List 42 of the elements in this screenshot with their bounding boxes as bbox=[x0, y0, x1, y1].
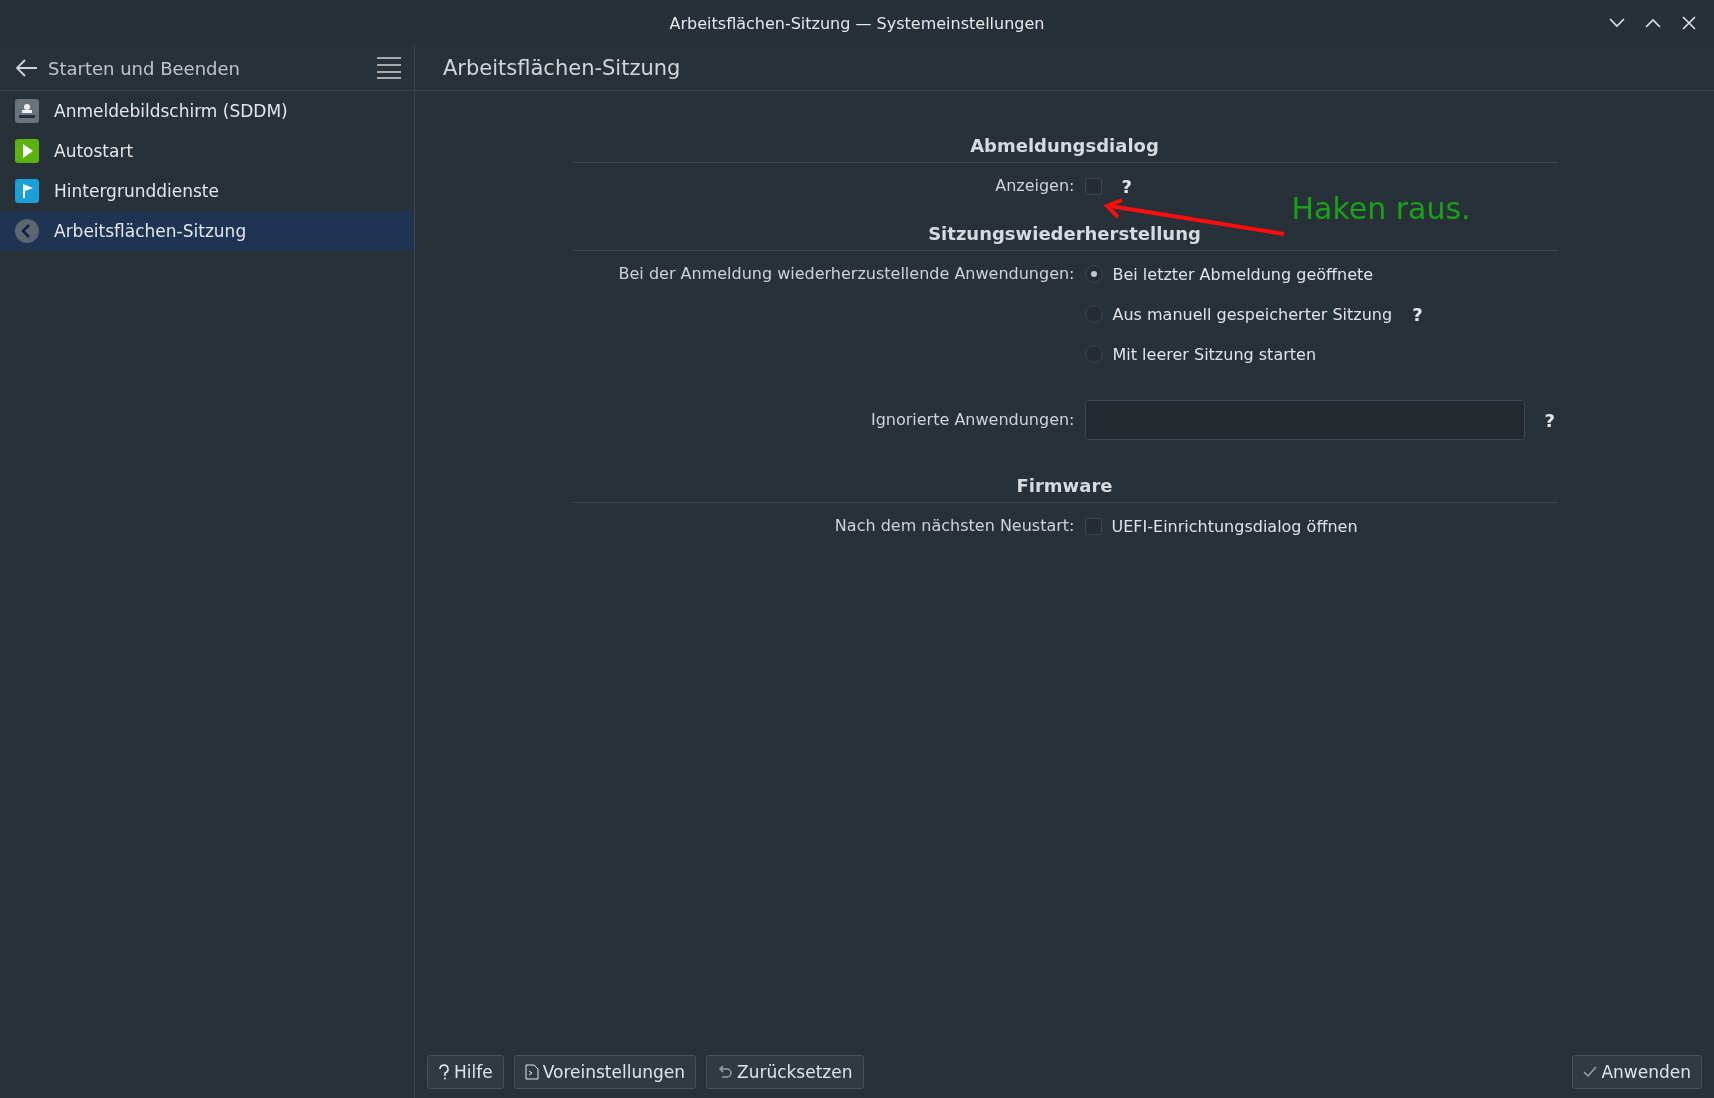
sidebar-item[interactable]: Arbeitsflächen-Sitzung bbox=[0, 211, 414, 251]
input-field[interactable] bbox=[1084, 400, 1525, 440]
flag-icon bbox=[14, 178, 40, 204]
window-title: Arbeitsflächen-Sitzung — Systemeinstellungen bbox=[669, 13, 1045, 33]
check-icon bbox=[1583, 1066, 1598, 1078]
checkbox[interactable] bbox=[1084, 177, 1102, 195]
help-mark[interactable]: ? bbox=[1544, 409, 1555, 431]
footer-button[interactable]: Zurücksetzen bbox=[706, 1055, 864, 1089]
footer-button[interactable]: Hilfe bbox=[427, 1055, 504, 1089]
radio-button[interactable] bbox=[1084, 305, 1103, 323]
question-icon bbox=[438, 1064, 450, 1080]
page-title: Arbeitsflächen-Sitzung bbox=[443, 56, 681, 80]
undo-icon bbox=[717, 1065, 733, 1079]
radio-label: Aus manuell gespeicherter Sitzung bbox=[1112, 304, 1393, 324]
radio-label: Mit leerer Sitzung starten bbox=[1112, 344, 1317, 364]
radio-label: Bei letzter Abmeldung geöffnete bbox=[1112, 264, 1374, 284]
chevron-up-icon[interactable] bbox=[1645, 18, 1661, 28]
sidebar-item[interactable]: Autostart bbox=[0, 131, 414, 171]
radio-button[interactable] bbox=[1084, 265, 1103, 283]
sidebar-item[interactable]: Hintergrunddienste bbox=[0, 171, 414, 211]
back-circle-icon bbox=[14, 218, 40, 244]
section-heading: Firmware bbox=[571, 465, 1558, 503]
sidebar-header: Starten und Beenden bbox=[48, 57, 241, 79]
menu-button[interactable] bbox=[376, 56, 402, 80]
help-mark[interactable]: ? bbox=[1121, 175, 1132, 197]
play-icon bbox=[14, 138, 40, 164]
checkbox-label: UEFI-Einrichtungsdialog öffnen bbox=[1111, 516, 1358, 536]
field-label: Bei der Anmeldung wiederherzustellende Anwendungen: bbox=[617, 263, 1075, 285]
field-label: Anzeigen: bbox=[994, 175, 1075, 197]
field-label: Nach dem nächsten Neustart: bbox=[833, 515, 1075, 537]
radio-button[interactable] bbox=[1084, 345, 1103, 363]
section-heading: Abmeldungsdialog bbox=[571, 125, 1558, 163]
help-mark[interactable]: ? bbox=[1412, 303, 1423, 325]
field-label: Ignorierte Anwendungen: bbox=[869, 409, 1075, 431]
document-icon bbox=[524, 1064, 539, 1080]
sidebar-item[interactable]: Anmeldebildschirm (SDDM) bbox=[0, 91, 414, 131]
login-screen-icon bbox=[14, 98, 40, 124]
chevron-down-icon[interactable] bbox=[1609, 18, 1625, 28]
footer-button[interactable]: Voreinstellungen bbox=[513, 1055, 696, 1089]
apply-button[interactable]: Anwenden bbox=[1572, 1055, 1702, 1089]
back-button[interactable] bbox=[16, 59, 38, 77]
checkbox[interactable] bbox=[1084, 517, 1102, 535]
